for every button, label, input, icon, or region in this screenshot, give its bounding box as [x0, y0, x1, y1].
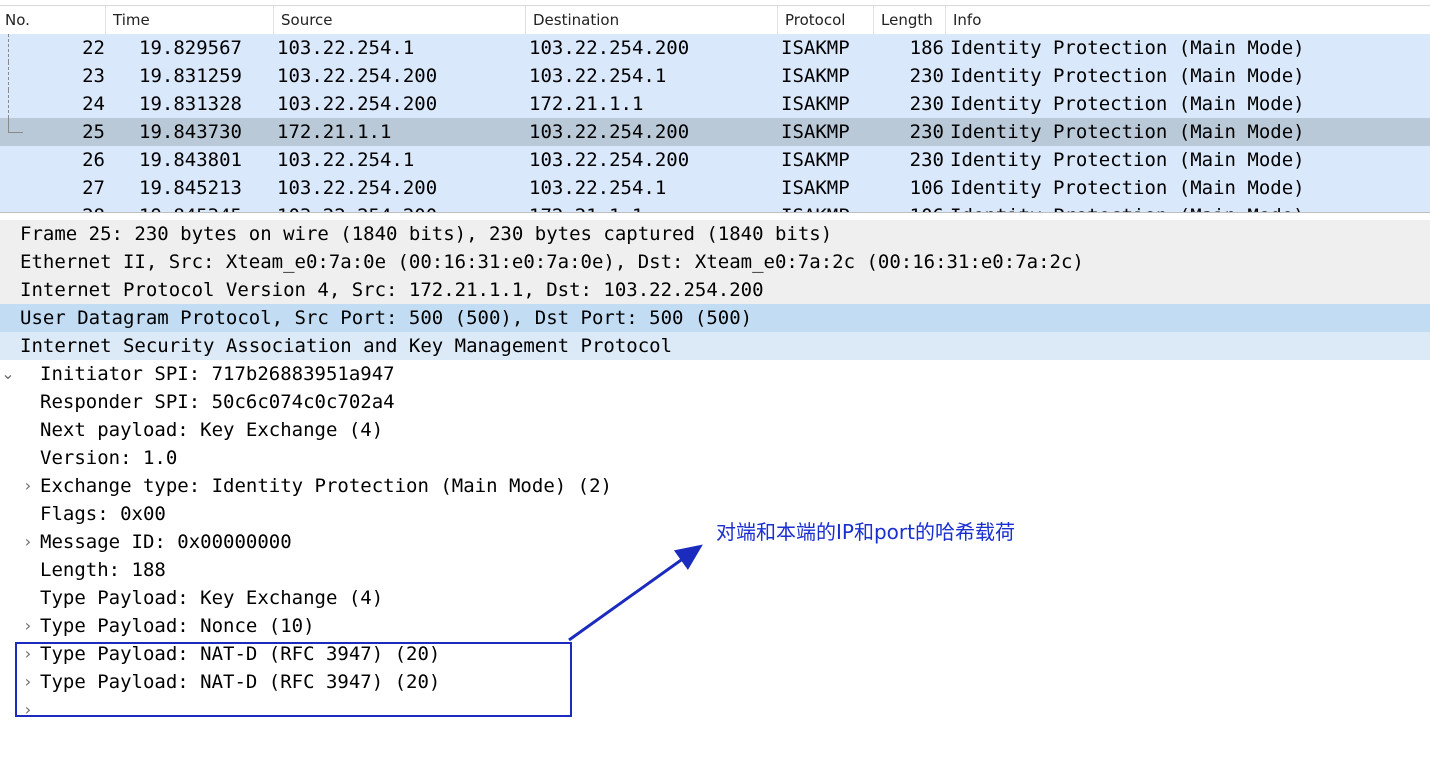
column-header-no[interactable]: No. — [0, 6, 106, 34]
packet-row[interactable]: 22 19.829567 103.22.254.1 103.22.254.200… — [0, 34, 1430, 62]
packet-destination: 103.22.254.1 — [529, 177, 667, 199]
packet-length: 230 — [909, 121, 944, 143]
isakmp-field-text: Flags: 0x00 — [40, 503, 166, 525]
packet-row[interactable]: 24 19.831328 103.22.254.200 172.21.1.1 I… — [0, 90, 1430, 118]
packet-row-selected[interactable]: 25 19.843730 172.21.1.1 103.22.254.200 I… — [0, 118, 1430, 146]
column-header-destination[interactable]: Destination — [526, 6, 778, 34]
packet-list[interactable]: No. Time Source Destination Protocol Len… — [0, 0, 1430, 213]
isakmp-field-text: Type Payload: Key Exchange (4) — [40, 587, 384, 609]
packet-no: 24 — [82, 93, 105, 115]
packet-no: 26 — [82, 149, 105, 171]
isakmp-field-text: Responder SPI: 50c6c074c0c702a4 — [40, 391, 395, 413]
detail-ethernet-text: Ethernet II, Src: Xteam_e0:7a:0e (00:16:… — [20, 251, 1084, 273]
packet-info: Identity Protection (Main Mode) — [950, 65, 1305, 87]
packet-time: 19.845213 — [139, 177, 242, 199]
packet-list-header: No. Time Source Destination Protocol Len… — [0, 5, 1430, 35]
packet-source: 103.22.254.200 — [277, 177, 438, 199]
packet-destination: 103.22.254.200 — [529, 121, 690, 143]
packet-protocol: ISAKMP — [781, 177, 850, 199]
column-header-source[interactable]: Source — [274, 6, 526, 34]
isakmp-field[interactable]: Next payload: Key Exchange (4) — [0, 416, 1430, 444]
annotation-label: 对端和本端的IP和port的哈希载荷 — [716, 520, 1015, 544]
detail-udp[interactable]: › User Datagram Protocol, Src Port: 500 … — [0, 304, 1430, 355]
column-header-protocol[interactable]: Protocol — [778, 6, 874, 34]
packet-time: 19.831328 — [139, 93, 242, 115]
column-header-time[interactable]: Time — [106, 6, 274, 34]
packet-source: 103.22.254.200 — [277, 93, 438, 115]
packet-time: 19.831259 — [139, 65, 242, 87]
packet-length: 106 — [909, 177, 944, 199]
detail-ip-text: Internet Protocol Version 4, Src: 172.21… — [20, 279, 764, 301]
packet-no: 27 — [82, 177, 105, 199]
isakmp-field-text: Type Payload: Nonce (10) — [40, 615, 315, 637]
packet-source: 103.22.254.200 — [277, 65, 438, 87]
column-header-info[interactable]: Info — [946, 6, 1430, 34]
isakmp-field[interactable]: Responder SPI: 50c6c074c0c702a4 — [0, 388, 1430, 416]
pane-divider — [0, 212, 1430, 213]
packet-protocol: ISAKMP — [781, 65, 850, 87]
packet-no: 22 — [82, 37, 105, 59]
isakmp-field[interactable]: Length: 188 — [0, 556, 1430, 584]
packet-info: Identity Protection (Main Mode) — [950, 121, 1305, 143]
isakmp-field-text: Message ID: 0x00000000 — [40, 531, 292, 553]
packet-length: 230 — [909, 149, 944, 171]
detail-isakmp[interactable]: ⌄ Internet Security Association and Key … — [0, 332, 1430, 383]
packet-protocol: ISAKMP — [781, 37, 850, 59]
packet-row[interactable]: 23 19.831259 103.22.254.200 103.22.254.1… — [0, 62, 1430, 90]
isakmp-field-text: Version: 1.0 — [40, 447, 178, 469]
detail-ip[interactable]: › Internet Protocol Version 4, Src: 172.… — [0, 276, 1430, 327]
packet-destination: 103.22.254.200 — [529, 37, 690, 59]
packet-time: 19.843730 — [139, 121, 242, 143]
packet-protocol: ISAKMP — [781, 93, 850, 115]
packet-no: 25 — [82, 121, 105, 143]
packet-time: 19.843801 — [139, 149, 242, 171]
isakmp-field-text: Initiator SPI: 717b26883951a947 — [40, 363, 395, 385]
packet-protocol: ISAKMP — [781, 121, 850, 143]
isakmp-field-text: Length: 188 — [40, 559, 166, 581]
packet-info: Identity Protection (Main Mode) — [950, 177, 1305, 199]
packet-source: 172.21.1.1 — [277, 121, 392, 143]
detail-udp-text: User Datagram Protocol, Src Port: 500 (5… — [20, 307, 753, 329]
packet-length: 230 — [909, 93, 944, 115]
packet-info: Identity Protection (Main Mode) — [950, 37, 1305, 59]
isakmp-field-expandable[interactable]: › Flags: 0x00 — [0, 500, 1430, 551]
packet-length: 186 — [909, 37, 944, 59]
isakmp-payload[interactable]: › Type Payload: Key Exchange (4) — [0, 584, 1430, 635]
isakmp-payload[interactable]: › Type Payload: Nonce (10) — [0, 612, 1430, 663]
isakmp-field[interactable]: Initiator SPI: 717b26883951a947 — [0, 360, 1430, 388]
packet-no: 23 — [82, 65, 105, 87]
packet-destination: 103.22.254.1 — [529, 65, 667, 87]
detail-isakmp-text: Internet Security Association and Key Ma… — [20, 335, 673, 357]
packet-info: Identity Protection (Main Mode) — [950, 149, 1305, 171]
isakmp-field-text: Next payload: Key Exchange (4) — [40, 419, 384, 441]
packet-source: 103.22.254.1 — [277, 37, 415, 59]
packet-length: 230 — [909, 65, 944, 87]
packet-row[interactable]: 27 19.845213 103.22.254.200 103.22.254.1… — [0, 174, 1430, 202]
packet-destination: 172.21.1.1 — [529, 93, 644, 115]
detail-ethernet[interactable]: › Ethernet II, Src: Xteam_e0:7a:0e (00:1… — [0, 248, 1430, 299]
isakmp-field-text: Exchange type: Identity Protection (Main… — [40, 475, 612, 497]
detail-frame[interactable]: › Frame 25: 230 bytes on wire (1840 bits… — [0, 220, 1430, 271]
column-header-length[interactable]: Length — [874, 6, 946, 34]
detail-frame-text: Frame 25: 230 bytes on wire (1840 bits),… — [20, 223, 833, 245]
isakmp-field[interactable]: Exchange type: Identity Protection (Main… — [0, 472, 1430, 500]
packet-destination: 103.22.254.200 — [529, 149, 690, 171]
isakmp-field[interactable]: Message ID: 0x00000000 — [0, 528, 1430, 556]
packet-row[interactable]: 26 19.843801 103.22.254.1 103.22.254.200… — [0, 146, 1430, 174]
packet-info: Identity Protection (Main Mode) — [950, 93, 1305, 115]
isakmp-field-expandable[interactable]: › Version: 1.0 — [0, 444, 1430, 495]
packet-source: 103.22.254.1 — [277, 149, 415, 171]
packet-protocol: ISAKMP — [781, 149, 850, 171]
packet-time: 19.829567 — [139, 37, 242, 59]
annotation-highlight-box — [15, 642, 572, 717]
